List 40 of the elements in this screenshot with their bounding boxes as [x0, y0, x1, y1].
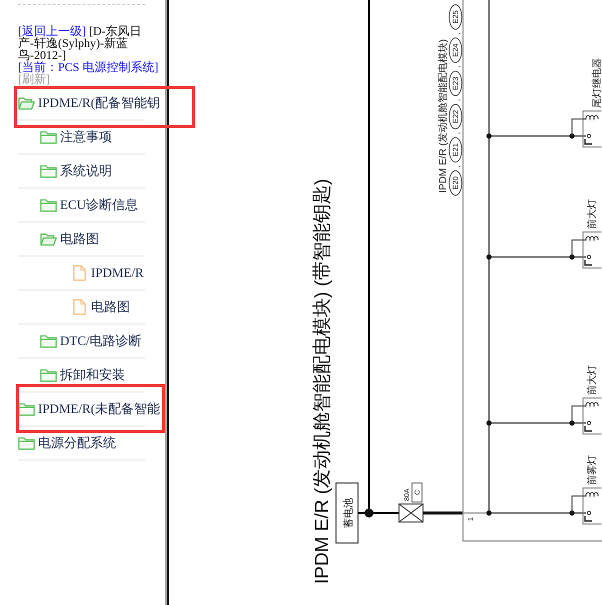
relay-label: 尾灯继电器: [592, 58, 602, 108]
battery-box: 蓄电池: [336, 482, 358, 544]
connector-separator: ,: [452, 165, 462, 168]
junction-dot-icon: [486, 254, 492, 260]
relay-label: 前大灯: [587, 199, 598, 229]
relay-label: 前雾灯: [587, 455, 598, 485]
fuse-icon: [398, 504, 424, 522]
tree-item[interactable]: DTC/电路诊断: [40, 333, 142, 349]
tree-item[interactable]: 注意事项: [40, 129, 112, 145]
relay-label: 前大灯: [587, 365, 598, 395]
junction-dot-icon: [486, 510, 492, 516]
junction-dot-icon: [364, 508, 374, 518]
junction-dot-icon: [569, 254, 575, 260]
module-label: IPDM E/R (发动机舱智能配电模块): [438, 39, 449, 193]
file-icon: [73, 299, 86, 315]
tree-item[interactable]: IPDME/R: [73, 265, 144, 281]
tree-item[interactable]: 电路图: [73, 299, 130, 315]
junction-dot-icon: [569, 133, 575, 139]
tree-item[interactable]: 拆卸和安装: [40, 367, 125, 383]
connector-separator: ,: [452, 98, 462, 102]
junction-dot-icon: [569, 420, 575, 426]
tree-item[interactable]: 系统说明: [40, 163, 112, 179]
connector-separator: ,: [452, 32, 462, 35]
connector-separator: ,: [452, 66, 462, 68]
back-link[interactable]: [返回上一级]: [18, 24, 86, 38]
tree-item[interactable]: IPDME/R(未配备智能: [18, 401, 160, 417]
tree-item[interactable]: ECU诊断信息: [40, 197, 138, 213]
junction-dot-icon: [486, 420, 492, 426]
tree-item[interactable]: 电路图: [40, 231, 99, 247]
connector-separator: ,: [452, 132, 462, 134]
junction-dot-icon: [569, 510, 575, 516]
tree-item[interactable]: IPDME/R(配备智能钥: [18, 95, 160, 111]
current-page-link[interactable]: [当前：PCS 电源控制系统]: [18, 60, 158, 74]
file-icon: [73, 265, 86, 281]
wire: [373, 512, 399, 514]
diagram-title: IPDM E/R (发动机舱智能配电模块) (带智能钥匙): [312, 178, 333, 584]
tree-item[interactable]: 电源分配系统: [18, 435, 116, 451]
wire: [358, 512, 365, 514]
junction-dot-icon: [486, 133, 492, 139]
breadcrumb-text: [返回上一级] [D-东风日产-轩逸(Sylphy)-新蓝鸟-2012-]: [18, 25, 142, 61]
